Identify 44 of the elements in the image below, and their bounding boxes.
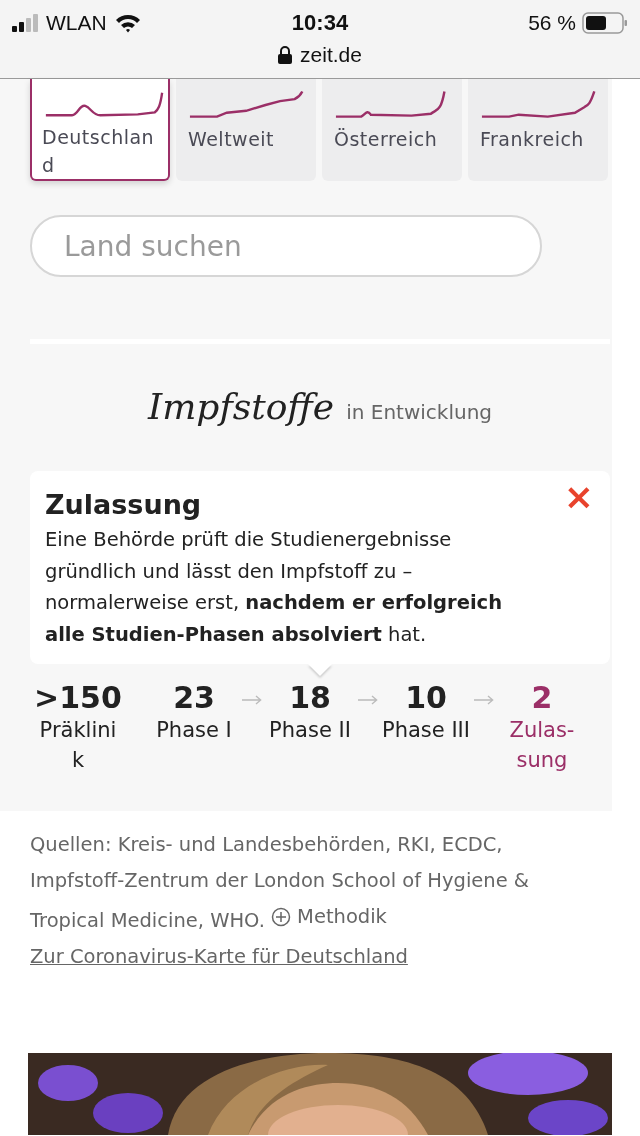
- stage-count: 18: [289, 680, 331, 715]
- stage-count: 10: [405, 680, 447, 715]
- country-label: Frankreich: [480, 127, 585, 152]
- stage-label: Präklinik: [38, 717, 118, 774]
- stage-count: 23: [173, 680, 215, 715]
- stage-item[interactable]: 10 Phase III: [378, 680, 474, 745]
- country-tab[interactable]: Deutschland: [30, 79, 170, 181]
- arrow-icon: [474, 693, 494, 707]
- country-label: Österreich: [334, 127, 439, 152]
- battery-percent: 56 %: [528, 11, 576, 35]
- arrow-icon: [242, 693, 262, 707]
- stage-item[interactable]: >150 Präklinik: [30, 680, 126, 775]
- carrier-label: WLAN: [46, 11, 107, 35]
- map-link[interactable]: Zur Coronavirus-Karte für Deutschland: [30, 945, 408, 968]
- country-tab[interactable]: Österreich: [322, 79, 462, 181]
- tooltip-title: Zulassung: [45, 489, 203, 520]
- search-field[interactable]: Land suchen: [30, 215, 542, 277]
- signal-icon: [12, 14, 38, 32]
- country-label: Weltweit: [188, 127, 276, 152]
- battery-icon: [582, 12, 628, 34]
- stage-item[interactable]: 18 Phase II: [262, 680, 358, 745]
- stage-count: 2: [531, 680, 553, 715]
- section-title: Impfstoffe: [148, 386, 335, 427]
- sources-text: Quellen: Kreis- und Landesbehörden, RKI, ECDC, Impfstoff-Zentrum der London School of Hygiene & Tropical Medicine, WHO. Methodik Zur Coronavirus-Karte für Deutschland: [30, 832, 531, 970]
- close-button[interactable]: ×: [559, 479, 598, 515]
- plus-circle-icon: [271, 907, 292, 927]
- stage-item[interactable]: 2 Zulas-sung: [494, 680, 590, 775]
- method-link[interactable]: Methodik: [271, 899, 387, 935]
- lock-icon: [278, 46, 293, 64]
- country-label: Deutschland: [42, 125, 156, 178]
- stage-label: Phase III: [382, 717, 470, 744]
- stage-label: Zulas-sung: [508, 717, 576, 774]
- wifi-icon: [114, 13, 141, 33]
- stage-item[interactable]: 23 Phase I: [146, 680, 242, 745]
- clock-time: 10:34: [291, 10, 349, 36]
- address-url[interactable]: zeit.de: [300, 43, 362, 67]
- stage-label: Phase II: [268, 717, 352, 744]
- country-tab[interactable]: Weltweit: [176, 79, 316, 181]
- section-subtitle: in Entwicklung: [346, 400, 492, 424]
- tooltip-text: Eine Behörde prüft die Studienergebnisse gründlich und lässt den Impfstoff zu – normalerweise erst, nachdem er erfolgreich alle Studien-Phasen absolviert hat.: [45, 527, 504, 648]
- arrow-icon: [358, 693, 378, 707]
- country-tab[interactable]: Frankreich: [468, 79, 608, 181]
- stage-count: >150: [34, 680, 122, 715]
- stage-label: Phase I: [155, 717, 233, 744]
